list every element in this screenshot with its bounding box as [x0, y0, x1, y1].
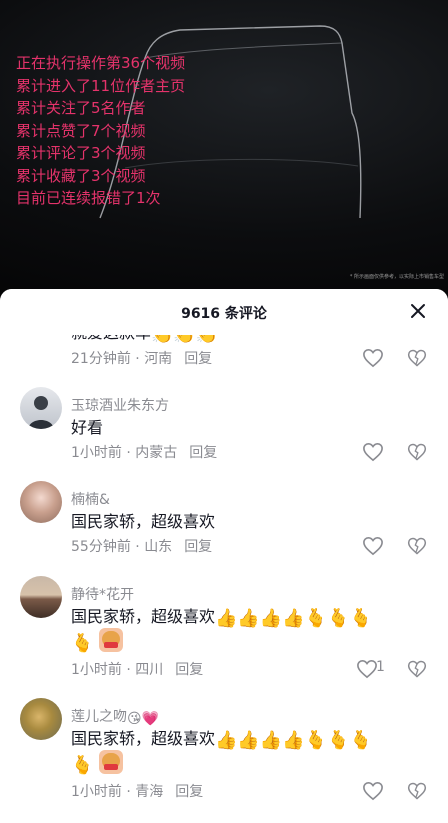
comment-sheet: 9616 条评论 就爱这款车👏👏👏 21分钟前 · 河南回复 玉琼酒业朱东方 好…	[0, 289, 448, 823]
comment-time: 55分钟前	[71, 539, 131, 555]
reply-button[interactable]: 回复	[175, 784, 203, 800]
comment-location: 河南	[144, 351, 173, 367]
close-button[interactable]	[406, 299, 430, 323]
dislike-heart-icon[interactable]	[407, 442, 427, 462]
video-player[interactable]: 正在执行操作第36个视频 累计进入了11位作者主页 累计关注了5名作者 累计点赞…	[0, 0, 448, 300]
comment-emojis: 🫰	[71, 633, 94, 654]
overlay-line: 累计进入了11位作者主页	[16, 76, 186, 95]
comment-text-content: 国民家轿，超级喜欢	[71, 607, 216, 626]
comment-meta: 1小时前 · 青海 回复	[71, 784, 204, 800]
dislike-heart-icon[interactable]	[407, 348, 427, 368]
comment-text: 国民家轿，超级喜欢👍👍👍👍🫰🫰🫰	[71, 603, 372, 628]
like-heart-icon[interactable]	[362, 442, 384, 462]
reply-button[interactable]: 回复	[184, 351, 212, 367]
comment-time: 1小时前	[71, 445, 122, 461]
reply-button[interactable]: 回复	[184, 539, 212, 555]
comment-time: 1小时前	[71, 784, 122, 800]
comment-emoji-line: 🫰	[71, 628, 124, 654]
comment-meta: 1小时前 · 四川 回复	[71, 662, 204, 678]
dislike-heart-icon[interactable]	[407, 781, 427, 801]
dislike-heart-icon[interactable]	[407, 659, 427, 679]
dislike-heart-icon[interactable]	[407, 536, 427, 556]
comment-author[interactable]: 静待*花开	[71, 584, 134, 604]
avatar[interactable]	[20, 481, 62, 523]
avatar[interactable]	[20, 576, 62, 618]
comment-emojis: 🫰	[71, 755, 94, 776]
comment-location: 内蒙古	[135, 445, 178, 461]
reply-button[interactable]: 回复	[189, 445, 217, 461]
comment-author[interactable]: 玉琼酒业朱东方	[71, 395, 169, 415]
comment-sheet-header: 9616 条评论	[0, 289, 448, 335]
comment-time: 21分钟前	[71, 351, 131, 367]
overlay-line: 累计点赞了7个视频	[16, 121, 146, 140]
red-envelope-sticker-icon	[99, 628, 124, 652]
comment-meta: 1小时前 · 内蒙古 回复	[71, 445, 218, 461]
like-heart-icon[interactable]	[362, 781, 384, 801]
comment-time: 1小时前	[71, 662, 122, 678]
comment-location: 青海	[135, 784, 164, 800]
avatar[interactable]	[20, 387, 62, 429]
close-icon	[411, 304, 425, 318]
comment-meta: 21分钟前 · 河南 回复	[71, 351, 213, 367]
comment-text-content: 国民家轿，超级喜欢	[71, 729, 216, 748]
overlay-line: 目前已连续报错了1次	[16, 189, 161, 207]
overlay-line: 累计关注了5名作者	[16, 99, 146, 117]
comment-author-name: 莲儿之吻	[71, 709, 127, 725]
avatar[interactable]	[20, 698, 62, 740]
status-overlay: 正在执行操作第36个视频 累计进入了11位作者主页 累计关注了5名作者 累计点赞…	[16, 52, 185, 210]
like-heart-icon[interactable]	[362, 348, 384, 368]
comment-location: 四川	[135, 662, 164, 678]
overlay-line: 累计收藏了3个视频	[16, 166, 146, 185]
like-count: 1	[376, 659, 385, 675]
video-disclaimer: * 所示画面仅供参考，以实际上市销售车型	[349, 274, 444, 280]
comment-meta: 55分钟前 · 山东 回复	[71, 539, 213, 555]
comment-count-title: 9616 条评论	[181, 306, 267, 322]
reply-button[interactable]: 回复	[175, 662, 203, 678]
like-heart-icon[interactable]	[356, 659, 378, 679]
comment-author[interactable]: 楠楠&	[71, 489, 110, 509]
overlay-line: 正在执行操作第36个视频	[16, 54, 186, 72]
comment-text: 好看	[71, 418, 104, 437]
comment-location: 山东	[144, 539, 173, 555]
like-heart-icon[interactable]	[362, 536, 384, 556]
comment-text: 国民家轿，超级喜欢👍👍👍👍🫰🫰🫰	[71, 725, 372, 750]
overlay-line: 累计评论了3个视频	[16, 144, 146, 162]
red-envelope-sticker-icon	[99, 750, 124, 774]
comment-emojis: 👍👍👍👍🫰🫰🫰	[215, 730, 372, 751]
comment-text: 国民家轿，超级喜欢	[71, 512, 216, 531]
comment-emoji-line: 🫰	[71, 750, 124, 776]
comment-emojis: 👍👍👍👍🫰🫰🫰	[215, 608, 372, 629]
